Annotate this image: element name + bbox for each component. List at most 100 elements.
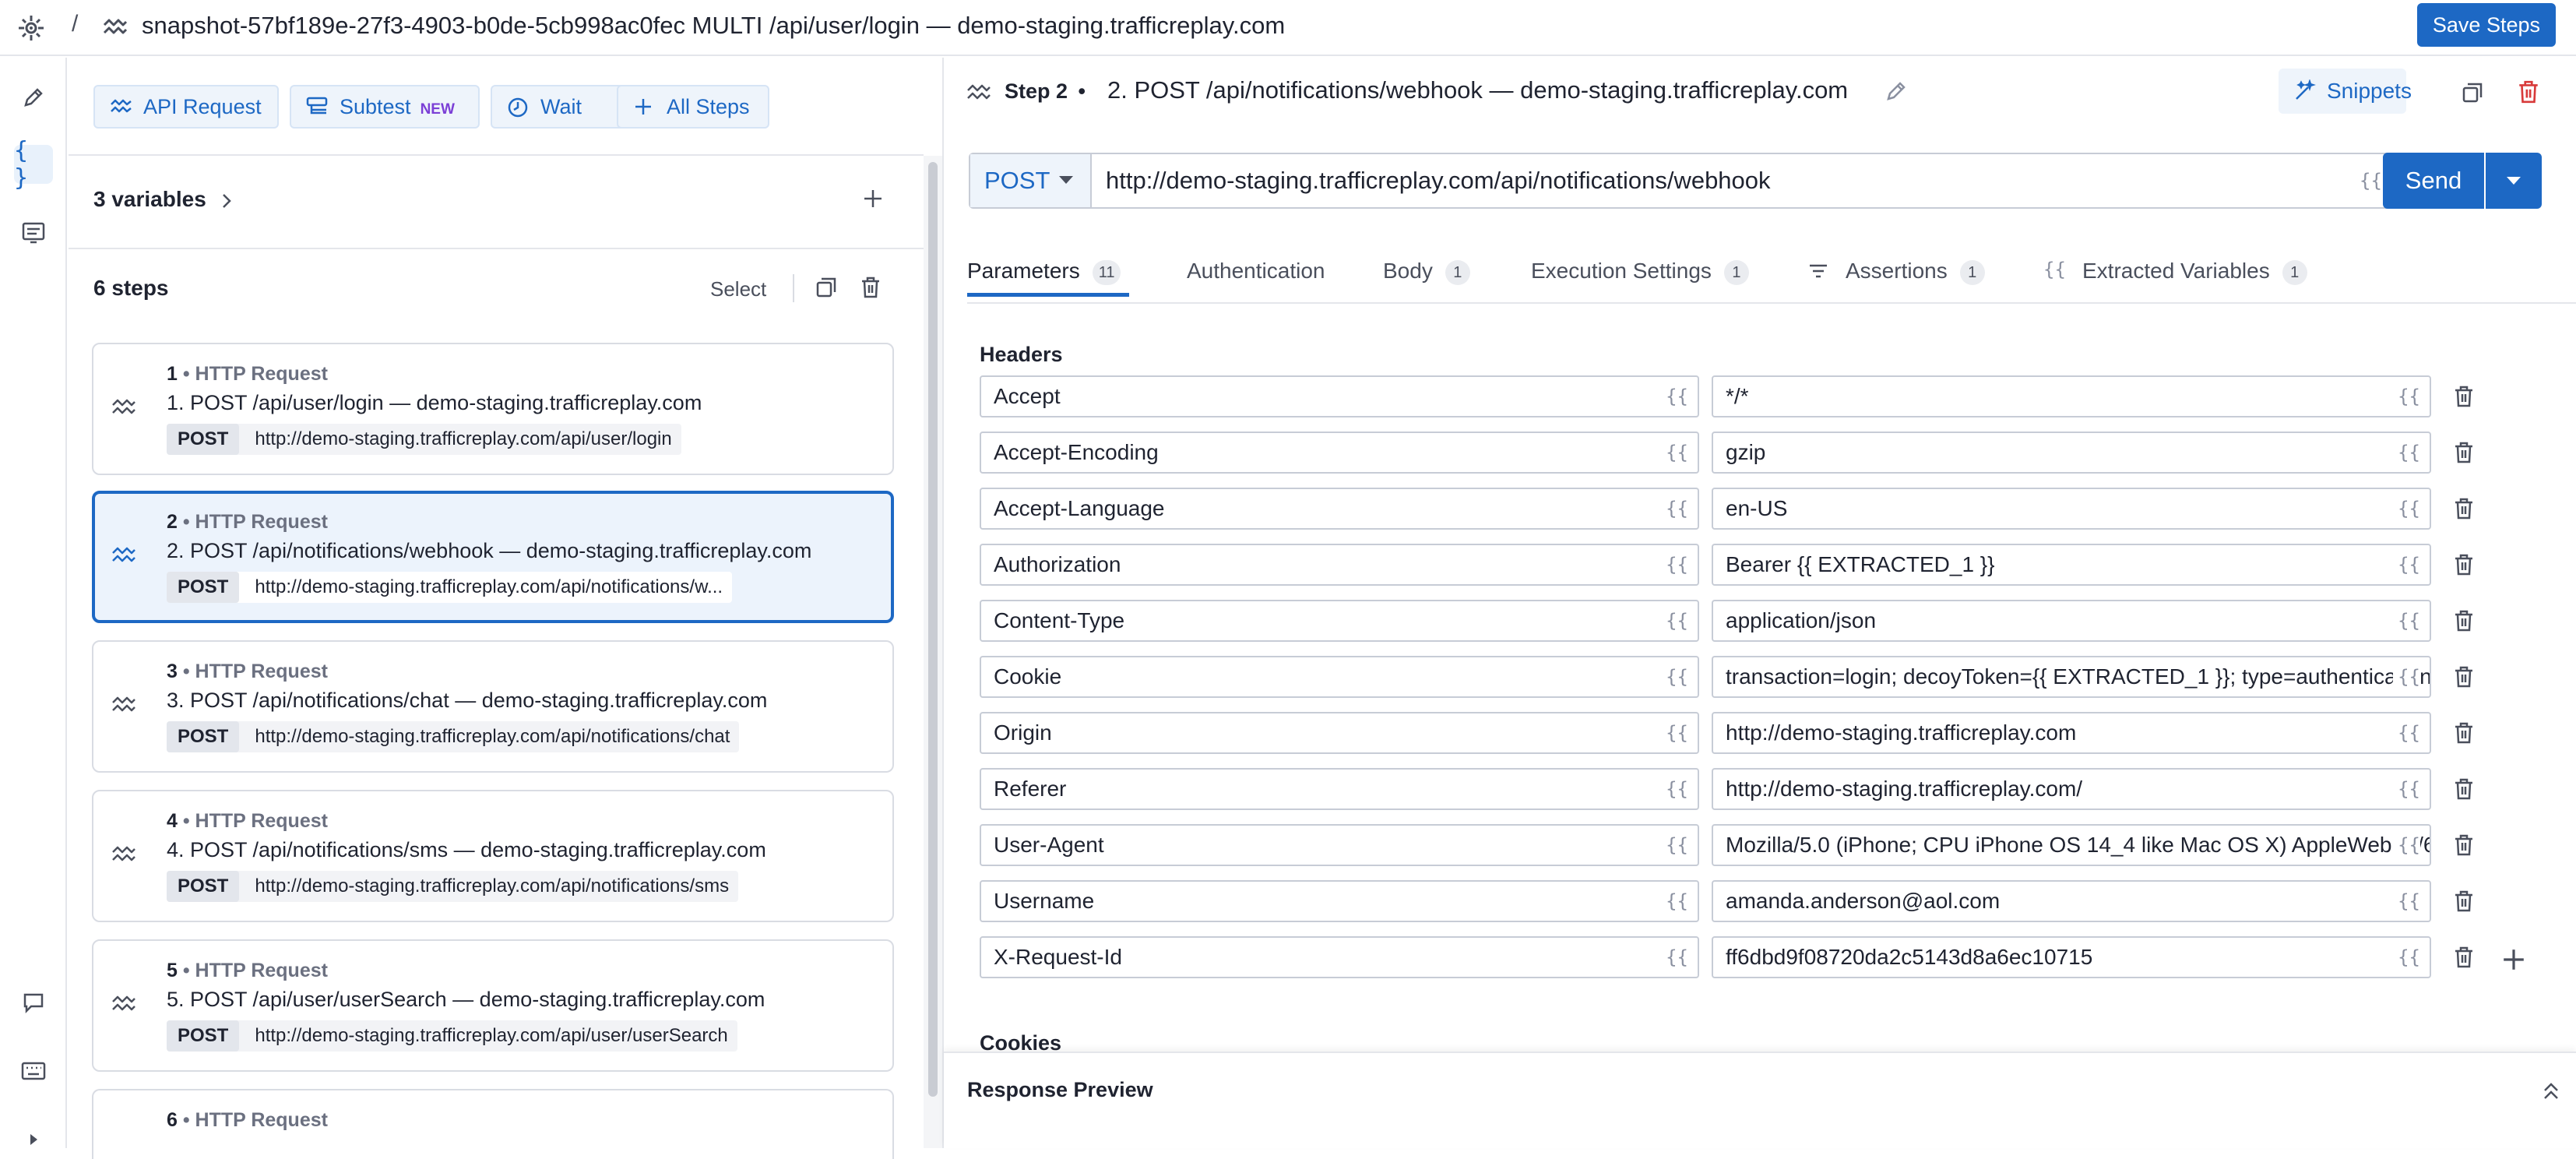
tab-authentication[interactable]: Authentication [1187,259,1325,284]
header-key-input[interactable]: User-Agent {{ [980,824,1699,866]
header-key-input[interactable]: X-Request-Id {{ [980,936,1699,978]
insert-variable-curly-icon[interactable]: {{ [1661,601,1688,640]
header-value-input[interactable]: ff6dbd9f08720da2c5143d8a6ec10715 {{ [1712,936,2431,978]
insert-variable-curly-icon[interactable]: {{ [2393,433,2420,472]
insert-variable-curly-icon[interactable]: {{ [1661,882,1688,921]
delete-header-trash-icon[interactable] [2453,385,2475,408]
delete-header-trash-icon[interactable] [2453,553,2475,576]
header-key-text: X-Request-Id [994,945,1122,969]
insert-variable-curly-icon[interactable]: {{ [1661,826,1688,865]
chat-bubble-icon[interactable] [14,983,53,1022]
header-key-input[interactable]: Referer {{ [980,768,1699,810]
save-steps-button[interactable]: Save Steps [2416,3,2556,47]
insert-variable-curly-icon[interactable]: {{ [1661,433,1688,472]
insert-variable-curly-icon[interactable]: {{ [1661,657,1688,696]
select-steps-button[interactable]: Select [710,277,766,301]
keyboard-icon[interactable] [14,1052,53,1090]
add-wait-button[interactable]: Wait [491,85,628,129]
steps-scrollbar-track[interactable] [924,156,942,1148]
step-card-1[interactable]: 1 • HTTP Request 1. POST /api/user/login… [92,343,894,475]
add-subtest-button[interactable]: Subtest NEW [290,85,480,129]
step-card-2[interactable]: 2 • HTTP Request 2. POST /api/notificati… [92,491,894,623]
snippets-button[interactable]: Snippets [2279,69,2412,114]
header-value-input[interactable]: transaction=login; decoyToken={{ EXTRACT… [1712,656,2431,698]
insert-variable-curly-icon[interactable]: {{ [2393,938,2420,977]
insert-variable-curly-icon[interactable]: {{ [2393,882,2420,921]
tab-assertions[interactable]: Assertions 1 [1807,259,1985,285]
tab-execution-settings[interactable]: Execution Settings 1 [1531,259,1749,285]
delete-steps-trash-icon[interactable] [860,276,882,299]
insert-variable-curly-icon[interactable]: {{ [2393,826,2420,865]
insert-variable-curly-icon[interactable]: {{ [1661,938,1688,977]
step-card-6[interactable]: 6 • HTTP Request [92,1089,894,1159]
header-value-input[interactable]: amanda.anderson@aol.com {{ [1712,880,2431,922]
add-header-plus-icon[interactable] [2501,947,2526,972]
insert-variable-curly-icon[interactable]: {{ [2393,545,2420,584]
edit-pencil-icon[interactable] [14,78,53,117]
delete-header-trash-icon[interactable] [2453,609,2475,632]
header-key-input[interactable]: Cookie {{ [980,656,1699,698]
insert-variable-curly-icon[interactable]: {{ [2393,770,2420,808]
header-key-input[interactable]: Accept {{ [980,375,1699,417]
duplicate-step-icon[interactable] [2461,81,2484,104]
step-card-3[interactable]: 3 • HTTP Request 3. POST /api/notificati… [92,640,894,773]
header-key-input[interactable]: Accept-Language {{ [980,488,1699,530]
expand-nav-chevron-icon[interactable] [14,1120,53,1159]
url-input[interactable]: http://demo-staging.trafficreplay.com/ap… [1106,154,1771,207]
step-card-4[interactable]: 4 • HTTP Request 4. POST /api/notificati… [92,790,894,922]
insert-variable-curly-icon[interactable]: {{ [1661,545,1688,584]
delete-header-trash-icon[interactable] [2453,497,2475,520]
delete-step-trash-icon[interactable] [2517,79,2540,104]
header-key-input[interactable]: Origin {{ [980,712,1699,754]
insert-variable-curly-icon[interactable]: {{ [2393,657,2420,696]
insert-variable-curly-icon[interactable]: {{ [2393,601,2420,640]
add-api-request-button[interactable]: API Request [93,85,279,129]
tab-parameters[interactable]: Parameters 11 [967,259,1121,285]
header-value-input[interactable]: gzip {{ [1712,432,2431,474]
add-variable-plus-icon[interactable] [861,187,885,210]
app-logo-icon[interactable] [17,14,45,42]
send-options-button[interactable] [2486,153,2542,209]
delete-header-trash-icon[interactable] [2453,833,2475,857]
header-key-input[interactable]: Accept-Encoding {{ [980,432,1699,474]
response-preview-bar[interactable]: Response Preview [944,1052,2576,1148]
header-key-input[interactable]: Username {{ [980,880,1699,922]
header-value-input[interactable]: http://demo-staging.trafficreplay.com/ {{ [1712,768,2431,810]
insert-variable-curly-icon[interactable]: {{ [2360,154,2382,207]
insert-variable-curly-icon[interactable]: {{ [1661,713,1688,752]
delete-header-trash-icon[interactable] [2453,665,2475,689]
header-value-input[interactable]: en-US {{ [1712,488,2431,530]
delete-header-trash-icon[interactable] [2453,721,2475,745]
header-value-input[interactable]: */* {{ [1712,375,2431,417]
insert-variable-curly-icon[interactable]: {{ [1661,770,1688,808]
insert-variable-curly-icon[interactable]: {{ [2393,489,2420,528]
header-value-input[interactable]: http://demo-staging.trafficreplay.com {{ [1712,712,2431,754]
steps-scrollbar-thumb[interactable] [928,162,938,1097]
variables-toggle[interactable]: 3 variables [93,187,233,212]
delete-header-trash-icon[interactable] [2453,946,2475,969]
tab-body[interactable]: Body 1 [1383,259,1470,285]
send-button[interactable]: Send [2383,153,2484,209]
header-key-input[interactable]: Authorization {{ [980,544,1699,586]
method-select[interactable]: POST [970,154,1092,207]
insert-variable-curly-icon[interactable]: {{ [1661,377,1688,416]
insert-variable-curly-icon[interactable]: {{ [2393,377,2420,416]
step-card-5[interactable]: 5 • HTTP Request 5. POST /api/user/userS… [92,939,894,1072]
delete-header-trash-icon[interactable] [2453,890,2475,913]
http-request-icon [111,693,137,717]
delete-header-trash-icon[interactable] [2453,441,2475,464]
variables-braces-icon[interactable]: { } [14,137,53,192]
insert-variable-curly-icon[interactable]: {{ [1661,489,1688,528]
list-view-icon[interactable] [14,213,53,252]
header-key-input[interactable]: Content-Type {{ [980,600,1699,642]
duplicate-icon[interactable] [815,276,838,299]
delete-header-trash-icon[interactable] [2453,777,2475,801]
edit-title-pencil-icon[interactable] [1884,79,1908,103]
expand-chevrons-up-icon[interactable] [2542,1081,2560,1101]
insert-variable-curly-icon[interactable]: {{ [2393,713,2420,752]
tab-extracted-variables[interactable]: {{ Extracted Variables 1 [2043,259,2307,285]
add-all-steps-button[interactable]: All Steps [617,85,769,129]
header-value-input[interactable]: Bearer {{ EXTRACTED_1 }} {{ [1712,544,2431,586]
header-value-input[interactable]: application/json {{ [1712,600,2431,642]
header-value-input[interactable]: Mozilla/5.0 (iPhone; CPU iPhone OS 14_4 … [1712,824,2431,866]
